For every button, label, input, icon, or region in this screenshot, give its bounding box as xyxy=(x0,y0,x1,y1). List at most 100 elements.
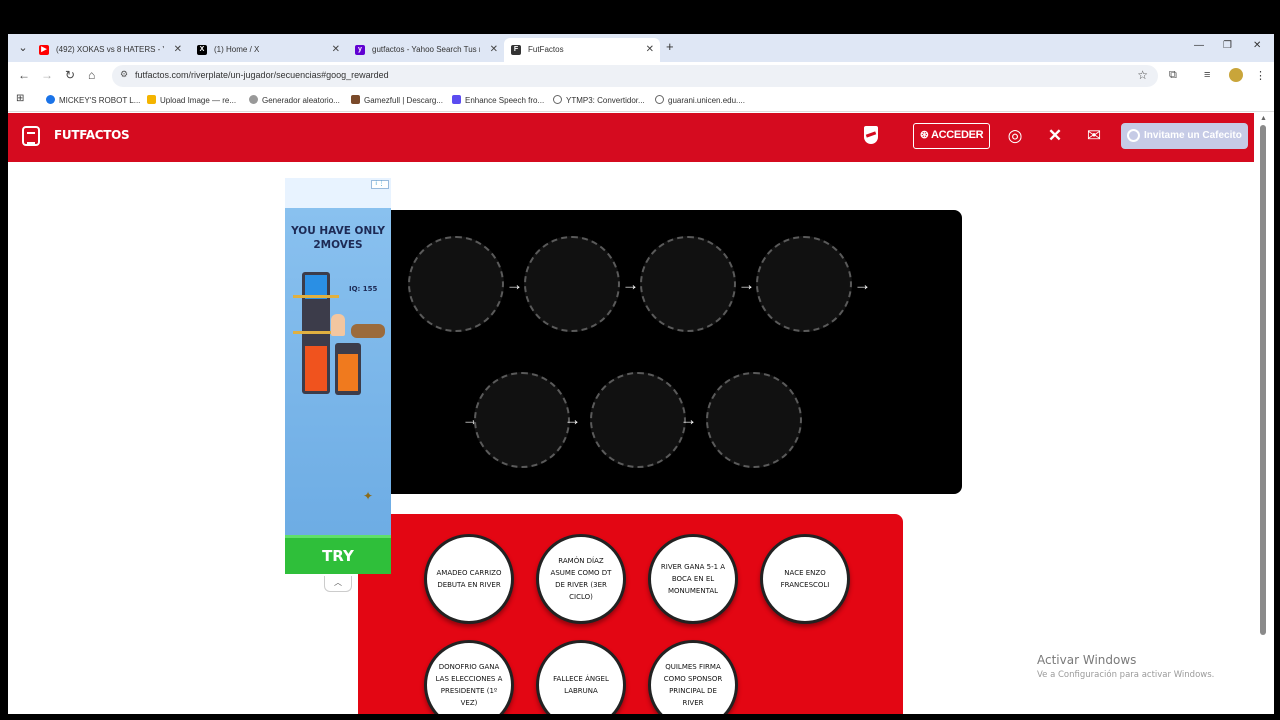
login-label: ACCEDER xyxy=(930,129,984,141)
futfactos-icon: F xyxy=(511,45,521,55)
site-header: FUTFACTOS ⊛ ACCEDER ◎ ✕ ✉ Invitame un Ca… xyxy=(8,113,1254,160)
bookmark-label: Upload Image — re... xyxy=(160,96,237,105)
page-scrollbar[interactable]: ▲ xyxy=(1254,113,1274,714)
minimize-icon[interactable]: — xyxy=(1194,40,1204,51)
coffee-icon xyxy=(1127,129,1140,142)
bookmark-label: MICKEY'S ROBOT L... xyxy=(59,96,141,105)
browser-window: ⌄ ▶ (492) XOKAS vs 8 HATERS - YouTube ✕ … xyxy=(8,34,1274,714)
event-cards-panel: AMADEO CARRIZO DEBUTA EN RIVER RAMÓN DÍA… xyxy=(358,514,903,714)
bookmark-label: Enhance Speech fro... xyxy=(465,96,545,105)
game-badge-icon: ✦ xyxy=(363,489,374,503)
drop-slot-4[interactable] xyxy=(756,236,852,332)
lava-block xyxy=(338,354,358,391)
arrow-right-icon: → xyxy=(854,275,871,294)
drop-slot-6[interactable] xyxy=(590,372,686,468)
arrow-right-icon: → xyxy=(564,410,581,429)
bookmark-item[interactable]: Enhance Speech fro... xyxy=(452,95,544,105)
tab-yahoo-search[interactable]: y gutfactos - Yahoo Search Tus resultado… xyxy=(348,38,504,62)
event-card[interactable]: FALLECE ÁNGEL LABRUNA xyxy=(536,640,626,714)
tab-title: (1) Home / X xyxy=(214,45,260,54)
back-icon[interactable]: ← xyxy=(18,68,30,82)
close-icon[interactable]: ✕ xyxy=(174,38,182,62)
event-card[interactable]: RAMÓN DÍAZ ASUME COMO DT DE RIVER (3ER C… xyxy=(536,534,626,624)
cloud-icon xyxy=(553,95,562,104)
youtube-icon: ▶ xyxy=(39,45,49,55)
browser-toolbar: ← → ↻ ⌂ ⚙ futfactos.com/riverplate/un-ju… xyxy=(8,62,1274,90)
activate-windows-subtitle: Ve a Configuración para activar Windows. xyxy=(1037,670,1215,680)
bookmark-item[interactable]: Upload Image — re... xyxy=(147,95,236,105)
arrow-right-icon: → xyxy=(506,275,523,294)
ad-headline: YOU HAVE ONLY 2MOVES xyxy=(291,225,385,251)
event-card[interactable]: QUILMES FIRMA COMO SPONSOR PRINCIPAL DE … xyxy=(648,640,738,714)
site-info-icon[interactable]: ⚙ xyxy=(120,69,128,80)
media-controls-icon[interactable]: ≡ xyxy=(1204,69,1210,81)
screen: ⌄ ▶ (492) XOKAS vs 8 HATERS - YouTube ✕ … xyxy=(0,0,1280,720)
drop-slot-1[interactable] xyxy=(408,236,504,332)
reload-icon[interactable]: ↻ xyxy=(65,68,75,82)
ad-collapse-chevron-icon[interactable]: ︿ xyxy=(324,576,352,592)
bookmark-label: YTMP3: Convertidor... xyxy=(566,96,645,105)
tab-search-chevron-icon[interactable]: ⌄ xyxy=(14,39,32,57)
close-icon[interactable]: ✕ xyxy=(332,38,340,62)
pin-icon xyxy=(293,331,333,334)
yahoo-icon: y xyxy=(355,45,365,55)
apps-grid-icon[interactable]: ⊞ xyxy=(16,93,24,104)
ad-try-button[interactable]: TRY xyxy=(285,535,391,574)
bookmark-item[interactable]: Generador aleatorio... xyxy=(249,95,340,105)
river-shield-icon[interactable] xyxy=(864,126,878,144)
arrow-right-icon: → xyxy=(622,275,639,294)
pin-icon xyxy=(293,295,339,298)
web-page: FUTFACTOS ⊛ ACCEDER ◎ ✕ ✉ Invitame un Ca… xyxy=(8,113,1274,714)
instagram-icon[interactable]: ◎ xyxy=(1005,126,1025,146)
drop-slot-2[interactable] xyxy=(524,236,620,332)
home-icon[interactable]: ⌂ xyxy=(88,68,95,82)
drop-slot-3[interactable] xyxy=(640,236,736,332)
profile-avatar[interactable] xyxy=(1229,68,1243,82)
user-icon: ⊛ xyxy=(919,129,931,141)
forward-icon[interactable]: → xyxy=(41,68,53,82)
tab-youtube[interactable]: ▶ (492) XOKAS vs 8 HATERS - YouTube ✕ xyxy=(32,38,188,62)
menu-icon[interactable]: ⋮ xyxy=(1255,69,1266,82)
drop-slot-7[interactable] xyxy=(706,372,802,468)
adchoices-icon[interactable]: i ⋮ xyxy=(371,180,389,189)
bookmark-item[interactable]: MICKEY'S ROBOT L... xyxy=(46,95,140,105)
x-icon: X xyxy=(197,45,207,55)
bookmark-star-icon[interactable]: ☆ xyxy=(1137,68,1148,82)
bookmark-label: Generador aleatorio... xyxy=(262,96,340,105)
image-icon xyxy=(147,95,156,104)
scroll-up-icon[interactable]: ▲ xyxy=(1260,115,1267,122)
ad-banner[interactable]: i ⋮ YOU HAVE ONLY 2MOVES IQ: 155 ✦ TRY xyxy=(285,178,391,574)
site-name[interactable]: FUTFACTOS xyxy=(54,128,130,142)
new-tab-button[interactable]: + xyxy=(666,39,674,54)
lava-block xyxy=(305,346,327,391)
extensions-icon[interactable]: ⧉ xyxy=(1169,69,1177,82)
bookmark-item[interactable]: Gamezfull | Descarg... xyxy=(351,95,443,105)
tab-x-home[interactable]: X (1) Home / X ✕ xyxy=(190,38,346,62)
drop-slot-5[interactable] xyxy=(474,372,570,468)
window-close-icon[interactable]: ✕ xyxy=(1253,40,1261,51)
cafecito-button[interactable]: Invitame un Cafecito xyxy=(1121,123,1248,149)
tab-title: FutFactos xyxy=(528,45,564,54)
close-icon[interactable]: ✕ xyxy=(646,38,654,62)
url-text: futfactos.com/riverplate/un-jugador/secu… xyxy=(135,70,389,80)
futfactos-logo-icon[interactable] xyxy=(22,126,40,146)
bookmark-label: guarani.unicen.edu.... xyxy=(668,96,745,105)
horse-figure xyxy=(351,324,385,338)
event-card[interactable]: NACE ENZO FRANCESCOLI xyxy=(760,534,850,624)
restore-icon[interactable]: ❐ xyxy=(1223,40,1232,51)
bookmarks-bar: ⊞ MICKEY'S ROBOT L... Upload Image — re.… xyxy=(8,90,1274,112)
tab-futfactos[interactable]: F FutFactos ✕ xyxy=(504,38,660,62)
address-bar[interactable]: ⚙ futfactos.com/riverplate/un-jugador/se… xyxy=(112,65,1158,87)
mail-icon[interactable]: ✉ xyxy=(1084,126,1104,146)
event-card[interactable]: RIVER GANA 5-1 A BOCA EN EL MONUMENTAL xyxy=(648,534,738,624)
close-icon[interactable]: ✕ xyxy=(490,38,498,62)
iq-label: IQ: 155 xyxy=(349,285,378,293)
event-card[interactable]: DONOFRIO GANA LAS ELECCIONES A PRESIDENT… xyxy=(424,640,514,714)
scroll-thumb[interactable] xyxy=(1260,125,1266,635)
sequence-board: → → → → → → → xyxy=(358,210,962,494)
bookmark-item[interactable]: guarani.unicen.edu.... xyxy=(655,95,745,105)
x-social-icon[interactable]: ✕ xyxy=(1045,126,1065,146)
bookmark-item[interactable]: YTMP3: Convertidor... xyxy=(553,95,645,105)
event-card[interactable]: AMADEO CARRIZO DEBUTA EN RIVER xyxy=(424,534,514,624)
login-button[interactable]: ⊛ ACCEDER xyxy=(913,123,990,149)
